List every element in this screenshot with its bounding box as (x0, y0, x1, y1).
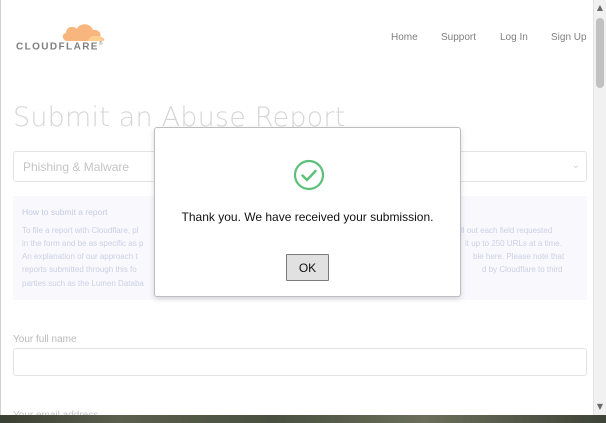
vertical-scrollbar[interactable]: ▲ ▼ (593, 0, 606, 415)
scroll-thumb[interactable] (596, 18, 604, 88)
desktop-background-strip (0, 415, 606, 423)
scroll-up-arrow-icon[interactable]: ▲ (594, 2, 606, 14)
confirmation-dialog: Thank you. We have received your submiss… (154, 127, 461, 297)
ok-button[interactable]: OK (286, 254, 329, 281)
scroll-down-arrow-icon[interactable]: ▼ (594, 401, 606, 413)
browser-page: CLOUDFLARE® Home Support Log In Sign Up … (0, 0, 606, 423)
dialog-message: Thank you. We have received your submiss… (181, 210, 434, 224)
check-circle-icon (293, 159, 325, 191)
